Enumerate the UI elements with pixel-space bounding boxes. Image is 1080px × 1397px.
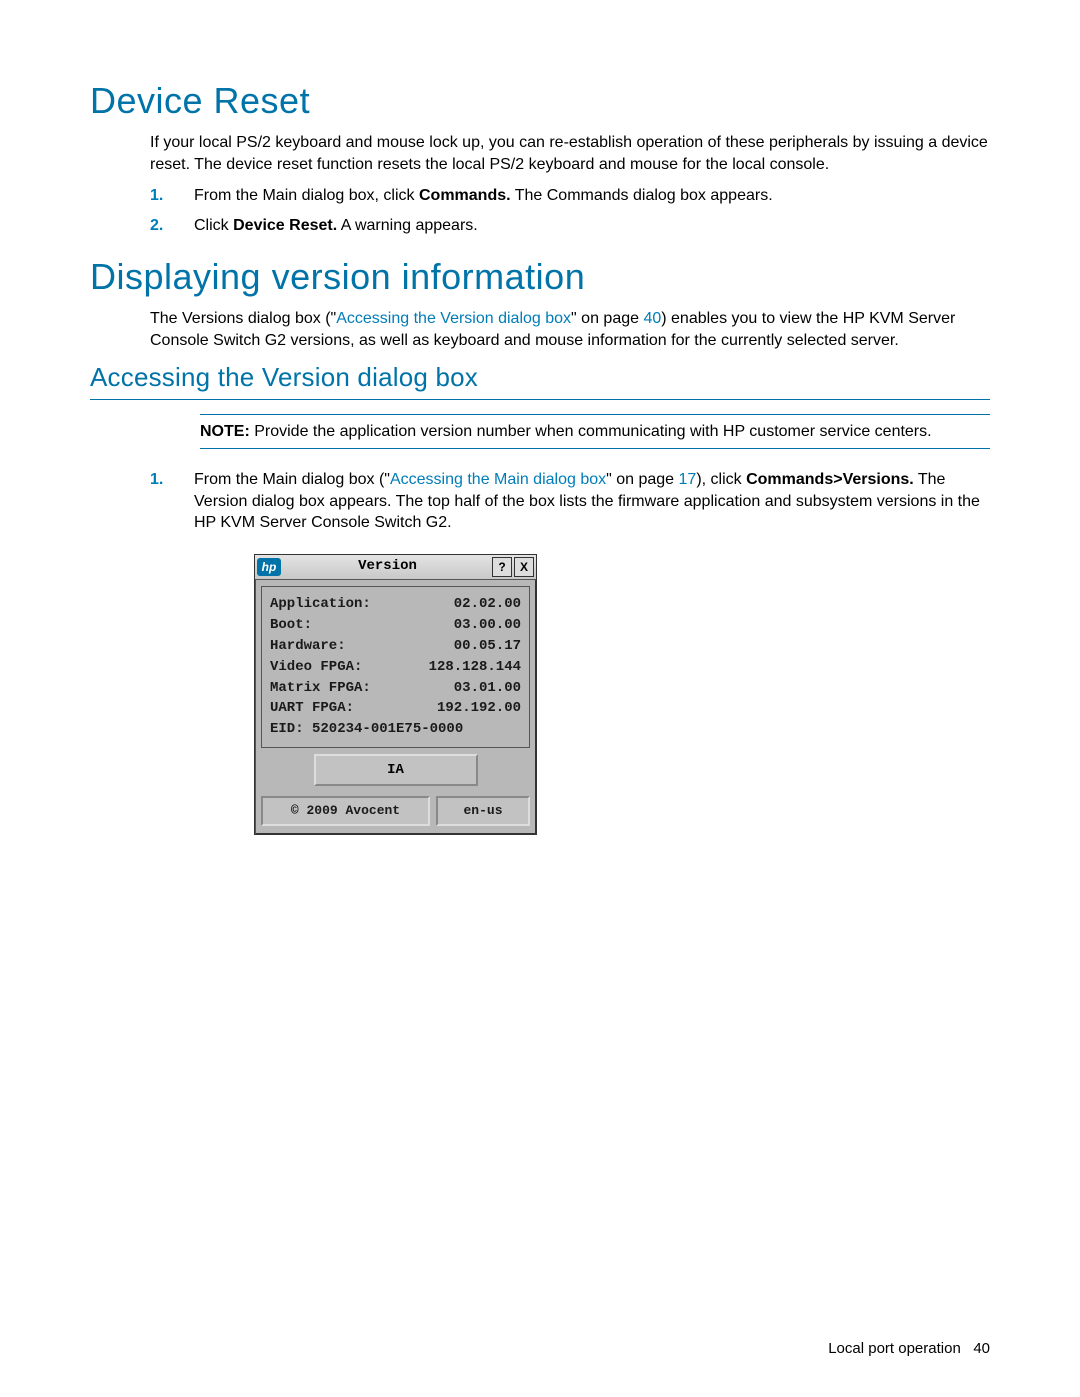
page-footer: Local port operation 40 xyxy=(828,1340,990,1357)
heading-displaying-version: Displaying version information xyxy=(90,256,990,298)
titlebar: hp Version ? X xyxy=(255,555,536,580)
row-hardware: Hardware:00.05.17 xyxy=(270,637,521,656)
heading-accessing-version: Accessing the Version dialog box xyxy=(90,362,990,393)
row-uart-fpga: UART FPGA:192.192.00 xyxy=(270,699,521,718)
ia-button[interactable]: IA xyxy=(314,754,478,786)
row-eid: EID: 520234-001E75-0000 xyxy=(270,720,521,739)
lang-cell: en-us xyxy=(436,796,530,826)
bold-commands-versions: Commands>Versions. xyxy=(746,471,914,488)
step-2: 2. Click Device Reset. A warning appears… xyxy=(150,215,990,237)
step-number: 1. xyxy=(150,185,163,207)
note-block: NOTE: Provide the application version nu… xyxy=(200,414,990,450)
link-accessing-main[interactable]: Accessing the Main dialog box xyxy=(390,471,606,488)
link-accessing-version[interactable]: Accessing the Version dialog box xyxy=(336,310,571,327)
row-boot: Boot:03.00.00 xyxy=(270,616,521,635)
step-text: Click xyxy=(194,217,233,234)
hp-logo-icon: hp xyxy=(257,558,281,576)
row-video-fpga: Video FPGA:128.128.144 xyxy=(270,658,521,677)
step-1b: 1. From the Main dialog box ("Accessing … xyxy=(150,469,990,534)
step-number: 2. xyxy=(150,215,163,237)
paragraph-versions: The Versions dialog box ("Accessing the … xyxy=(150,308,990,351)
heading-device-reset: Device Reset xyxy=(90,80,990,122)
dialog-title: Version xyxy=(285,557,490,576)
step-1: 1. From the Main dialog box, click Comma… xyxy=(150,185,990,207)
row-matrix-fpga: Matrix FPGA:03.01.00 xyxy=(270,679,521,698)
version-dialog: hp Version ? X Application:02.02.00 Boot… xyxy=(254,554,537,835)
note-label: NOTE: xyxy=(200,423,250,440)
heading-rule xyxy=(90,399,990,400)
help-button[interactable]: ? xyxy=(492,557,512,577)
step-number: 1. xyxy=(150,469,163,491)
close-button[interactable]: X xyxy=(514,557,534,577)
link-page-17[interactable]: 17 xyxy=(679,471,697,488)
row-application: Application:02.02.00 xyxy=(270,595,521,614)
step-text: From the Main dialog box, click xyxy=(194,187,419,204)
step-text: A warning appears. xyxy=(337,217,478,234)
step-text: The Commands dialog box appears. xyxy=(511,187,773,204)
bold-device-reset: Device Reset. xyxy=(233,217,337,234)
paragraph-device-reset: If your local PS/2 keyboard and mouse lo… xyxy=(150,132,990,175)
link-page-40[interactable]: 40 xyxy=(643,310,661,327)
note-text: Provide the application version number w… xyxy=(250,423,932,440)
version-panel: Application:02.02.00 Boot:03.00.00 Hardw… xyxy=(261,586,530,748)
copyright-cell: © 2009 Avocent xyxy=(261,796,430,826)
bold-commands: Commands. xyxy=(419,187,511,204)
